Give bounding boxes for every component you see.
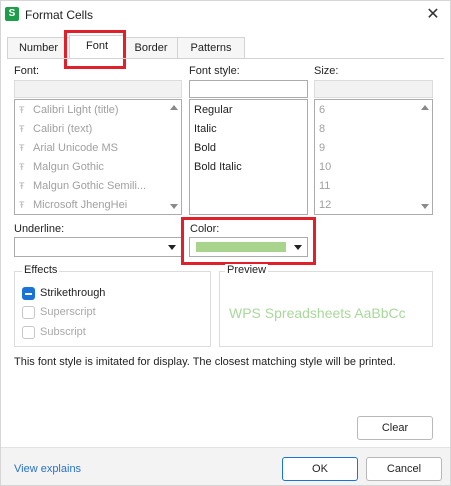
chevron-down-icon [168, 245, 176, 250]
list-item[interactable]: Ŧ Arial Unicode MS [15, 139, 181, 158]
list-item[interactable]: Italic [190, 120, 307, 139]
list-item[interactable]: Ŧ Calibri Light (title) [15, 101, 181, 120]
list-item[interactable]: 8 [315, 120, 432, 139]
underline-label: Underline: [14, 223, 65, 235]
list-item[interactable]: 6 [315, 101, 432, 120]
font-style-label: Font style: [189, 65, 240, 77]
underline-select[interactable] [14, 237, 182, 257]
list-item[interactable]: Bold Italic [190, 158, 307, 177]
cancel-button[interactable]: Cancel [366, 457, 442, 481]
clear-button[interactable]: Clear [357, 416, 433, 440]
tab-border[interactable]: Border [124, 37, 178, 59]
superscript-checkbox[interactable] [22, 306, 35, 319]
scroll-up-icon[interactable] [170, 105, 178, 110]
font-name-input[interactable] [14, 80, 182, 98]
list-item[interactable]: 11 [315, 177, 432, 196]
font-list-scrollbar[interactable] [167, 100, 181, 214]
font-label: Font: [14, 65, 40, 77]
truetype-font-icon: Ŧ [19, 124, 25, 134]
close-icon[interactable]: ✕ [422, 4, 444, 26]
preview-sample-text: WPS Spreadsheets AaBbCc [229, 305, 406, 321]
list-item[interactable]: 10 [315, 158, 432, 177]
font-style-list[interactable]: Regular Italic Bold Bold Italic [189, 99, 308, 215]
truetype-font-icon: Ŧ [19, 200, 25, 210]
effects-label: Effects [22, 264, 60, 276]
list-item[interactable]: Ŧ Malgun Gothic [15, 158, 181, 177]
strikethrough-checkbox[interactable] [22, 287, 35, 300]
subscript-checkbox[interactable] [22, 326, 35, 339]
superscript-label[interactable]: Superscript [40, 306, 96, 318]
scroll-down-icon[interactable] [170, 204, 178, 209]
subscript-label[interactable]: Subscript [40, 326, 86, 338]
tab-number[interactable]: Number [7, 37, 70, 59]
list-item[interactable]: Regular [190, 101, 307, 120]
title-bar: S Format Cells ✕ [1, 1, 450, 29]
list-item[interactable]: Bold [190, 139, 307, 158]
size-input[interactable] [314, 80, 433, 98]
ok-button[interactable]: OK [282, 457, 358, 481]
color-highlight [181, 217, 316, 265]
format-cells-dialog: S Format Cells ✕ Number Font Border Patt… [0, 0, 451, 486]
font-list[interactable]: Ŧ Calibri Light (title) Ŧ Calibri (text) Ŧ… [14, 99, 182, 215]
list-item[interactable]: Ŧ Malgun Gothic Semili... [15, 177, 181, 196]
tab-patterns[interactable]: Patterns [177, 37, 245, 59]
truetype-font-icon: Ŧ [19, 143, 25, 153]
truetype-font-icon: Ŧ [19, 181, 25, 191]
size-list-scrollbar[interactable] [418, 100, 432, 214]
window-title: Format Cells [25, 8, 94, 22]
list-item[interactable]: Ŧ Microsoft JhengHei [15, 196, 181, 214]
imitation-note: This font style is imitated for display.… [14, 356, 396, 368]
truetype-font-icon: Ŧ [19, 105, 25, 115]
wps-app-icon: S [5, 7, 19, 21]
list-item[interactable]: 12 [315, 196, 432, 214]
truetype-font-icon: Ŧ [19, 162, 25, 172]
strikethrough-label[interactable]: Strikethrough [40, 287, 105, 299]
size-list[interactable]: 6 8 9 10 11 12 [314, 99, 433, 215]
size-label: Size: [314, 65, 339, 77]
preview-label: Preview [225, 264, 269, 276]
font-style-input[interactable] [189, 80, 308, 98]
scroll-down-icon[interactable] [421, 204, 429, 209]
scroll-up-icon[interactable] [421, 105, 429, 110]
list-item[interactable]: 9 [315, 139, 432, 158]
list-item[interactable]: Ŧ Calibri (text) [15, 120, 181, 139]
view-explains-link[interactable]: View explains [14, 463, 81, 475]
